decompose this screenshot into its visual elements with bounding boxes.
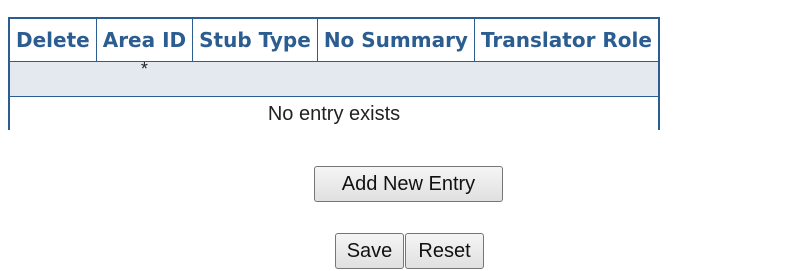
column-header-stub-type: Stub Type (192, 17, 318, 62)
empty-table-row: No entry exists (9, 96, 659, 130)
column-header-translator-role: Translator Role (473, 17, 660, 62)
empty-table-message: No entry exists (9, 96, 659, 130)
new-entry-delete-cell (8, 61, 97, 97)
new-entry-row: * (8, 60, 660, 97)
new-entry-stub-type-cell (192, 61, 318, 97)
new-entry-translator-role-cell (473, 61, 660, 97)
column-header-no-summary: No Summary (316, 17, 475, 62)
table-header-row: Delete Area ID Stub Type No Summary Tran… (8, 17, 660, 62)
reset-button[interactable]: Reset (405, 233, 484, 269)
new-entry-marker: * (95, 60, 194, 97)
column-header-delete: Delete (8, 17, 97, 62)
column-header-area-id: Area ID (95, 17, 194, 62)
area-table: Delete Area ID Stub Type No Summary Tran… (8, 17, 660, 130)
add-new-entry-button[interactable]: Add New Entry (314, 166, 503, 202)
table-viewport: Delete Area ID Stub Type No Summary Tran… (0, 0, 799, 130)
new-entry-no-summary-cell (316, 61, 475, 97)
save-button[interactable]: Save (335, 233, 404, 269)
